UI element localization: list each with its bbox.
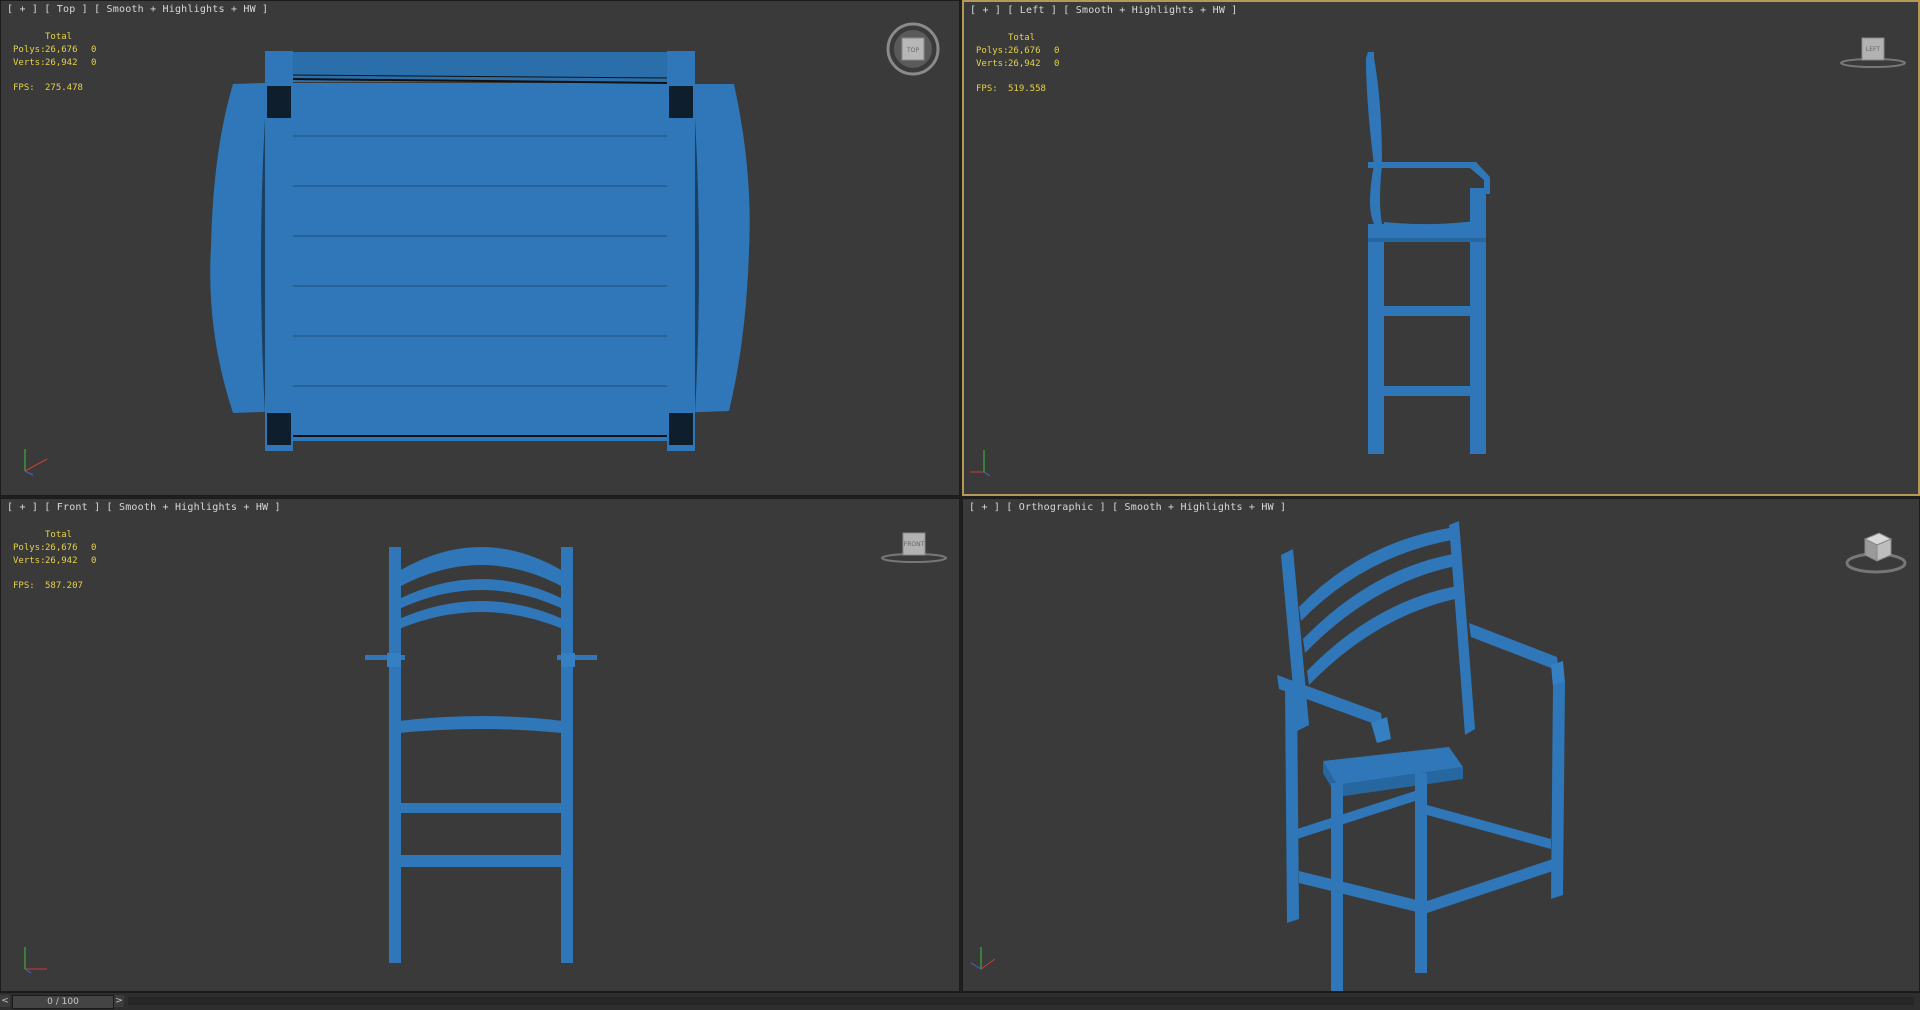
viewport-left[interactable]: [ + ] [ Left ] [ Smooth + Highlights + H…	[962, 0, 1920, 496]
axis-tripod-icon	[970, 450, 991, 477]
timeline-track[interactable]	[128, 997, 1914, 1005]
timeline-bar: < 0 / 100 >	[0, 992, 1920, 1010]
axis-tripod-icon	[24, 449, 48, 476]
chair-model-left[interactable]	[964, 2, 1920, 496]
chair-model-front[interactable]	[1, 499, 960, 992]
axis-tripod-icon	[970, 947, 996, 970]
viewport-front[interactable]: [ + ] [ Front ] [ Smooth + Highlights + …	[0, 498, 960, 992]
viewport-orthographic[interactable]: [ + ] [ Orthographic ] [ Smooth + Highli…	[962, 498, 1920, 992]
timeline-next-button[interactable]: >	[114, 995, 124, 1007]
timeline-prev-button[interactable]: <	[0, 995, 10, 1007]
viewport-workspace: [ + ] [ Top ] [ Smooth + Highlights + HW…	[0, 0, 1920, 992]
chair-model-top[interactable]	[1, 1, 960, 496]
chair-model-orthographic[interactable]	[963, 499, 1920, 992]
axis-tripod-icon	[24, 947, 47, 974]
timeline-frame-slider[interactable]: 0 / 100	[12, 995, 114, 1009]
viewport-top[interactable]: [ + ] [ Top ] [ Smooth + Highlights + HW…	[0, 0, 960, 496]
